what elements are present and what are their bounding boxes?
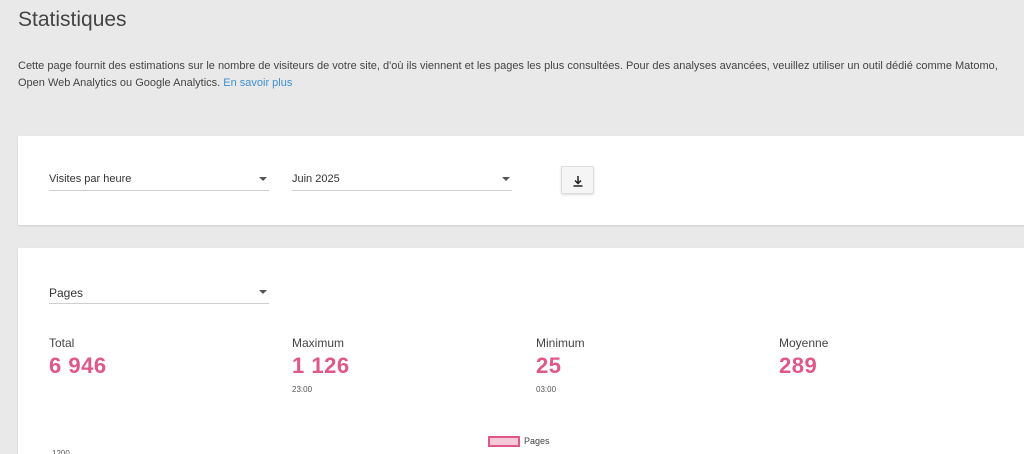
metric-average-value: 289 [779, 353, 818, 378]
metric-maximum-value: 1 126 [292, 353, 350, 378]
metric-average-label: Moyenne [779, 336, 829, 350]
y-axis-tick: 1200 [52, 449, 70, 454]
chevron-down-icon [259, 177, 267, 181]
metric-select[interactable]: Pages [49, 282, 269, 304]
intro-text: Cette page fournit des estimations sur l… [18, 58, 1018, 92]
metric-total: Total 6 946 [49, 336, 107, 379]
page-title: Statistiques [18, 8, 127, 31]
download-button[interactable] [561, 166, 594, 194]
period-select[interactable]: Juin 2025 [292, 169, 512, 191]
chevron-down-icon [502, 177, 510, 181]
chart-legend[interactable]: Pages [488, 436, 550, 448]
legend-swatch [488, 436, 520, 448]
learn-more-link[interactable]: En savoir plus [223, 77, 292, 89]
controls-card: Visites par heure Juin 2025 [18, 136, 1024, 225]
view-select-value: Visites par heure [49, 173, 132, 185]
metric-total-label: Total [49, 336, 75, 350]
metric-minimum-value: 25 [536, 353, 562, 378]
metric-maximum-label: Maximum [292, 336, 345, 350]
metric-average: Moyenne 289 [779, 336, 828, 379]
intro-body: Cette page fournit des estimations sur l… [18, 60, 998, 89]
stats-card: Pages Total 6 946 Maximum 1 126 23:00 Mi… [18, 248, 1024, 454]
metric-maximum: Maximum 1 126 23:00 [292, 336, 350, 394]
metric-total-value: 6 946 [49, 353, 107, 378]
legend-label: Pages [524, 436, 550, 446]
chevron-down-icon [259, 290, 267, 294]
view-select[interactable]: Visites par heure [49, 169, 269, 191]
metric-maximum-time: 23:00 [292, 385, 313, 394]
download-icon [573, 176, 583, 187]
period-select-value: Juin 2025 [292, 173, 340, 185]
metric-minimum: Minimum 25 03:00 [536, 336, 585, 394]
metric-minimum-label: Minimum [536, 336, 585, 350]
metric-minimum-time: 03:00 [536, 385, 557, 394]
metric-select-value: Pages [49, 286, 84, 300]
